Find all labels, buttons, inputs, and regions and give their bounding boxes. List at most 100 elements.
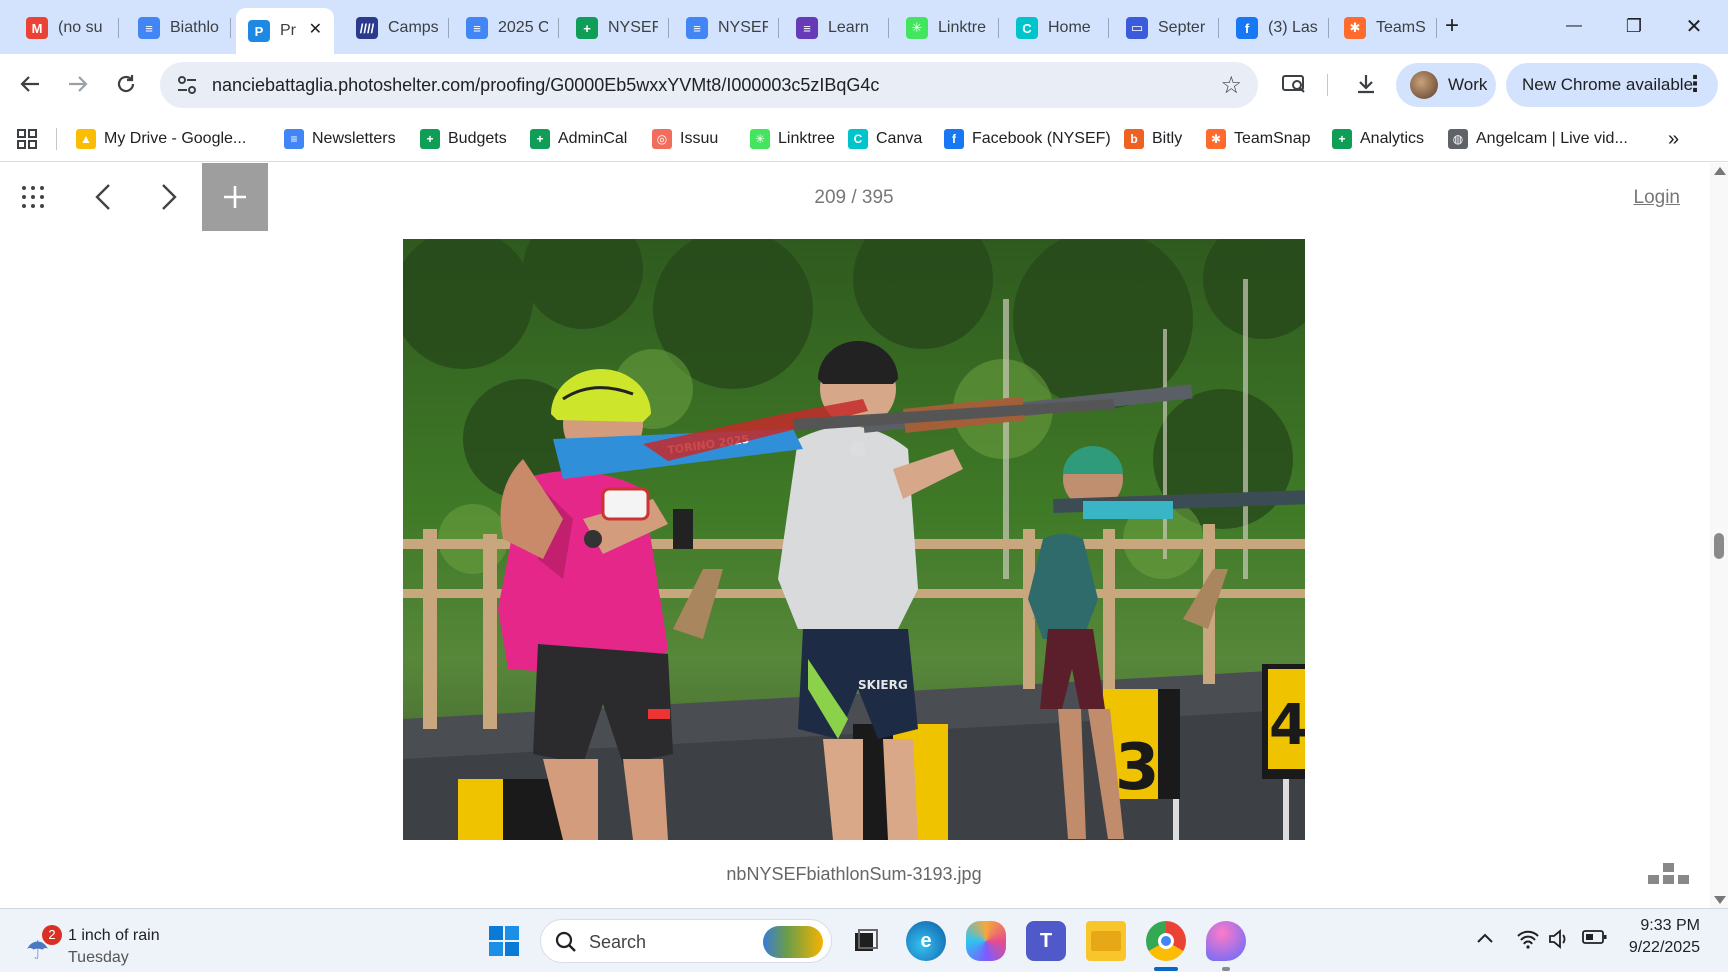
gmail-icon: M — [26, 17, 48, 39]
chevron-left-icon — [95, 184, 110, 210]
tab-1[interactable]: ≡ Biathlo — [126, 8, 226, 48]
tab-separator — [998, 18, 999, 38]
volume-icon[interactable] — [1548, 929, 1570, 954]
bookmark-1[interactable]: ≡ Newsletters — [284, 124, 396, 154]
tab-3[interactable]: //// Camps — [344, 8, 444, 48]
issuu-icon: ◎ — [652, 129, 672, 149]
forward-button[interactable] — [60, 66, 96, 102]
copilot-taskbar-button[interactable] — [966, 921, 1006, 961]
thumbnails-toggle-icon[interactable] — [1646, 863, 1692, 893]
show-hidden-icons-button[interactable] — [1476, 929, 1494, 950]
bookmark-0[interactable]: ▲ My Drive - Google... — [76, 124, 246, 154]
paint-taskbar-button[interactable] — [1206, 921, 1246, 961]
tab-4[interactable]: ≡ 2025 C — [454, 8, 554, 48]
restore-button[interactable]: ❐ — [1604, 6, 1664, 46]
bookmark-star-icon[interactable]: ☆ — [1220, 71, 1242, 100]
tab-separator — [448, 18, 449, 38]
tab-2[interactable]: P Pr ✕ — [236, 8, 334, 54]
next-image-button[interactable] — [136, 163, 202, 231]
reload-button[interactable] — [108, 66, 144, 102]
grid-view-button[interactable] — [0, 163, 66, 231]
scroll-up-arrow[interactable] — [1714, 167, 1726, 175]
minimize-button[interactable]: — — [1544, 6, 1604, 46]
downloads-button[interactable] — [1348, 66, 1384, 102]
tab-label: Septer — [1158, 19, 1206, 36]
tab-separator — [118, 18, 119, 38]
tab-label: Learn — [828, 19, 869, 36]
chrome-update-button[interactable]: New Chrome available ⋮ — [1506, 63, 1718, 107]
clock-date: 9/22/2025 — [1628, 939, 1700, 956]
teams-taskbar-button[interactable]: T — [1026, 921, 1066, 961]
scroll-down-arrow[interactable] — [1714, 896, 1726, 904]
chrome-center-icon — [1158, 933, 1174, 949]
url-text[interactable]: nanciebattaglia.photoshelter.com/proofin… — [212, 75, 879, 96]
tab-11[interactable]: f (3) Las — [1224, 8, 1324, 48]
add-to-favorites-button[interactable] — [202, 163, 268, 231]
clock[interactable]: 9:33 PM 9/22/2025 — [1629, 917, 1700, 957]
bookmark-11[interactable]: ◍ Angelcam | Live vid... — [1448, 124, 1628, 154]
bookmark-5[interactable]: ✳ Linktree — [750, 124, 835, 154]
bookmark-6[interactable]: C Canva — [848, 124, 922, 154]
close-window-button[interactable]: ✕ — [1664, 6, 1724, 46]
bookmark-3[interactable]: + AdminCal — [530, 124, 627, 154]
scroll-thumb[interactable] — [1714, 533, 1724, 559]
tab-6[interactable]: ≡ NYSEF — [674, 8, 774, 48]
login-link[interactable]: Login — [1634, 187, 1681, 209]
bookmark-2[interactable]: + Budgets — [420, 124, 507, 154]
proofing-viewer: 209 / 395 Login 3 4 SKIERG nbNYSEFbiathl… — [0, 163, 1728, 908]
previous-image-button[interactable] — [70, 163, 136, 231]
globe-icon: ◍ — [1448, 129, 1468, 149]
back-button[interactable] — [12, 66, 48, 102]
tab-8[interactable]: ✳ Linktre — [894, 8, 994, 48]
site-settings-icon[interactable] — [176, 74, 198, 96]
more-bookmarks-button[interactable]: » — [1668, 124, 1679, 154]
page-scrollbar[interactable] — [1710, 163, 1728, 908]
bookmark-8[interactable]: b Bitly — [1124, 124, 1182, 154]
proof-photo[interactable]: 2 3 4 — [403, 239, 1305, 840]
profile-button[interactable]: Work — [1396, 63, 1496, 107]
canva-icon: C — [848, 129, 868, 149]
reload-icon — [117, 75, 135, 93]
tab-12[interactable]: ✱ TeamS — [1332, 8, 1432, 48]
sheets-icon: + — [576, 17, 598, 39]
task-view-button[interactable] — [846, 921, 886, 961]
cast-button[interactable] — [1276, 66, 1312, 102]
bookmark-9[interactable]: ✱ TeamSnap — [1206, 124, 1311, 154]
wifi-icon[interactable] — [1516, 929, 1540, 954]
printer-icon: ▭ — [1126, 17, 1148, 39]
start-button[interactable] — [484, 921, 524, 961]
docs-icon: ≡ — [138, 17, 160, 39]
apps-grid-button[interactable] — [16, 124, 38, 154]
tab-5[interactable]: + NYSEF — [564, 8, 664, 48]
bookmark-4[interactable]: ◎ Issuu — [652, 124, 718, 154]
screen-search-icon — [1282, 75, 1305, 93]
search-highlight-icon — [763, 926, 823, 958]
tab-label: Home — [1048, 19, 1091, 36]
image-counter: 209 / 395 — [814, 187, 894, 208]
tab-9[interactable]: C Home — [1004, 8, 1104, 48]
bookmark-label: Canva — [876, 130, 923, 147]
more-menu-icon[interactable]: ⋮ — [1684, 71, 1706, 97]
docs-icon: ≡ — [466, 17, 488, 39]
sheets-icon: + — [1332, 129, 1352, 149]
tab-7[interactable]: ≡ Learn — [784, 8, 884, 48]
bookmark-7[interactable]: f Facebook (NYSEF) — [944, 124, 1111, 154]
bookmark-10[interactable]: + Analytics — [1332, 124, 1424, 154]
weather-badge: 2 — [42, 925, 62, 945]
taskbar-search[interactable]: Search — [540, 919, 832, 963]
close-tab-icon[interactable]: ✕ — [309, 19, 322, 39]
battery-icon[interactable] — [1582, 929, 1608, 950]
tab-separator — [558, 18, 559, 38]
toolbar-divider — [1327, 74, 1328, 96]
tab-10[interactable]: ▭ Septer — [1114, 8, 1214, 48]
tab-0[interactable]: M (no su — [14, 8, 114, 48]
target-number-4: 4 — [1269, 693, 1305, 758]
new-tab-button[interactable]: + — [1422, 6, 1482, 46]
facebook-icon: f — [944, 129, 964, 149]
apps-grid-icon — [17, 129, 37, 149]
address-bar[interactable]: nanciebattaglia.photoshelter.com/proofin… — [160, 62, 1258, 108]
edge-taskbar-button[interactable]: e — [906, 921, 946, 961]
file-explorer-taskbar-button[interactable] — [1086, 921, 1126, 961]
chrome-taskbar-button[interactable] — [1146, 921, 1186, 961]
teamsnap-icon: ✱ — [1206, 129, 1226, 149]
